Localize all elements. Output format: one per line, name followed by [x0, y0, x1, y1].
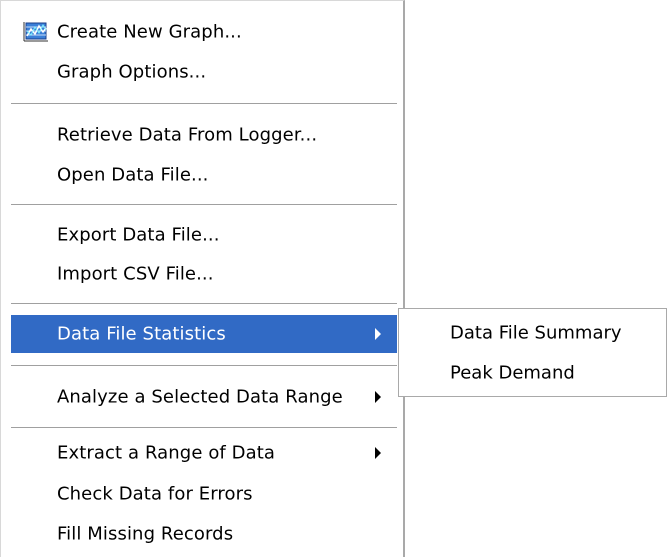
graph-icon — [21, 21, 49, 43]
menu-separator — [11, 103, 397, 105]
menu-item-label: Open Data File... — [57, 164, 209, 186]
menu-separator — [11, 303, 397, 305]
submenu-arrow-icon — [375, 328, 381, 340]
menu-item-retrieve-data-from-logger[interactable]: Retrieve Data From Logger... — [11, 116, 397, 154]
menu-item-data-file-statistics[interactable]: Data File Statistics — [11, 315, 397, 353]
menu-item-fill-missing-records[interactable]: Fill Missing Records — [11, 515, 397, 553]
menu-item-label: Data File Statistics — [57, 323, 226, 345]
screen: Create New Graph... Graph Options... Ret… — [0, 0, 669, 557]
menu-item-label: Analyze a Selected Data Range — [57, 386, 343, 408]
menu-item-create-new-graph[interactable]: Create New Graph... — [11, 13, 397, 51]
menu-item-check-data-for-errors[interactable]: Check Data for Errors — [11, 475, 397, 513]
submenu-arrow-icon — [375, 391, 381, 403]
menu-item-label: Extract a Range of Data — [57, 442, 276, 464]
menu-separator — [11, 204, 397, 206]
menu-separator — [11, 427, 397, 429]
menu-item-label: Export Data File... — [57, 224, 220, 246]
menu-separator — [11, 365, 397, 367]
context-menu: Create New Graph... Graph Options... Ret… — [0, 0, 405, 557]
submenu-arrow-icon — [375, 447, 381, 459]
submenu-item-peak-demand[interactable]: Peak Demand — [399, 353, 666, 393]
submenu-item-label: Data File Summary — [450, 322, 622, 344]
submenu-item-label: Peak Demand — [450, 362, 575, 384]
menu-item-extract-range-of-data[interactable]: Extract a Range of Data — [11, 434, 397, 472]
menu-item-analyze-selected-data-range[interactable]: Analyze a Selected Data Range — [11, 378, 397, 416]
menu-item-graph-options[interactable]: Graph Options... — [11, 53, 397, 91]
menu-item-label: Retrieve Data From Logger... — [57, 124, 318, 146]
data-file-statistics-submenu: Data File Summary Peak Demand — [398, 308, 667, 397]
menu-item-label: Create New Graph... — [57, 21, 242, 43]
menu-item-export-data-file[interactable]: Export Data File... — [11, 216, 397, 254]
menu-item-label: Import CSV File... — [57, 263, 214, 285]
menu-item-open-data-file[interactable]: Open Data File... — [11, 156, 397, 194]
menu-item-label: Check Data for Errors — [57, 483, 253, 505]
menu-item-label: Graph Options... — [57, 61, 207, 83]
submenu-item-data-file-summary[interactable]: Data File Summary — [399, 313, 666, 353]
menu-item-label: Fill Missing Records — [57, 523, 234, 545]
menu-item-import-csv-file[interactable]: Import CSV File... — [11, 255, 397, 293]
